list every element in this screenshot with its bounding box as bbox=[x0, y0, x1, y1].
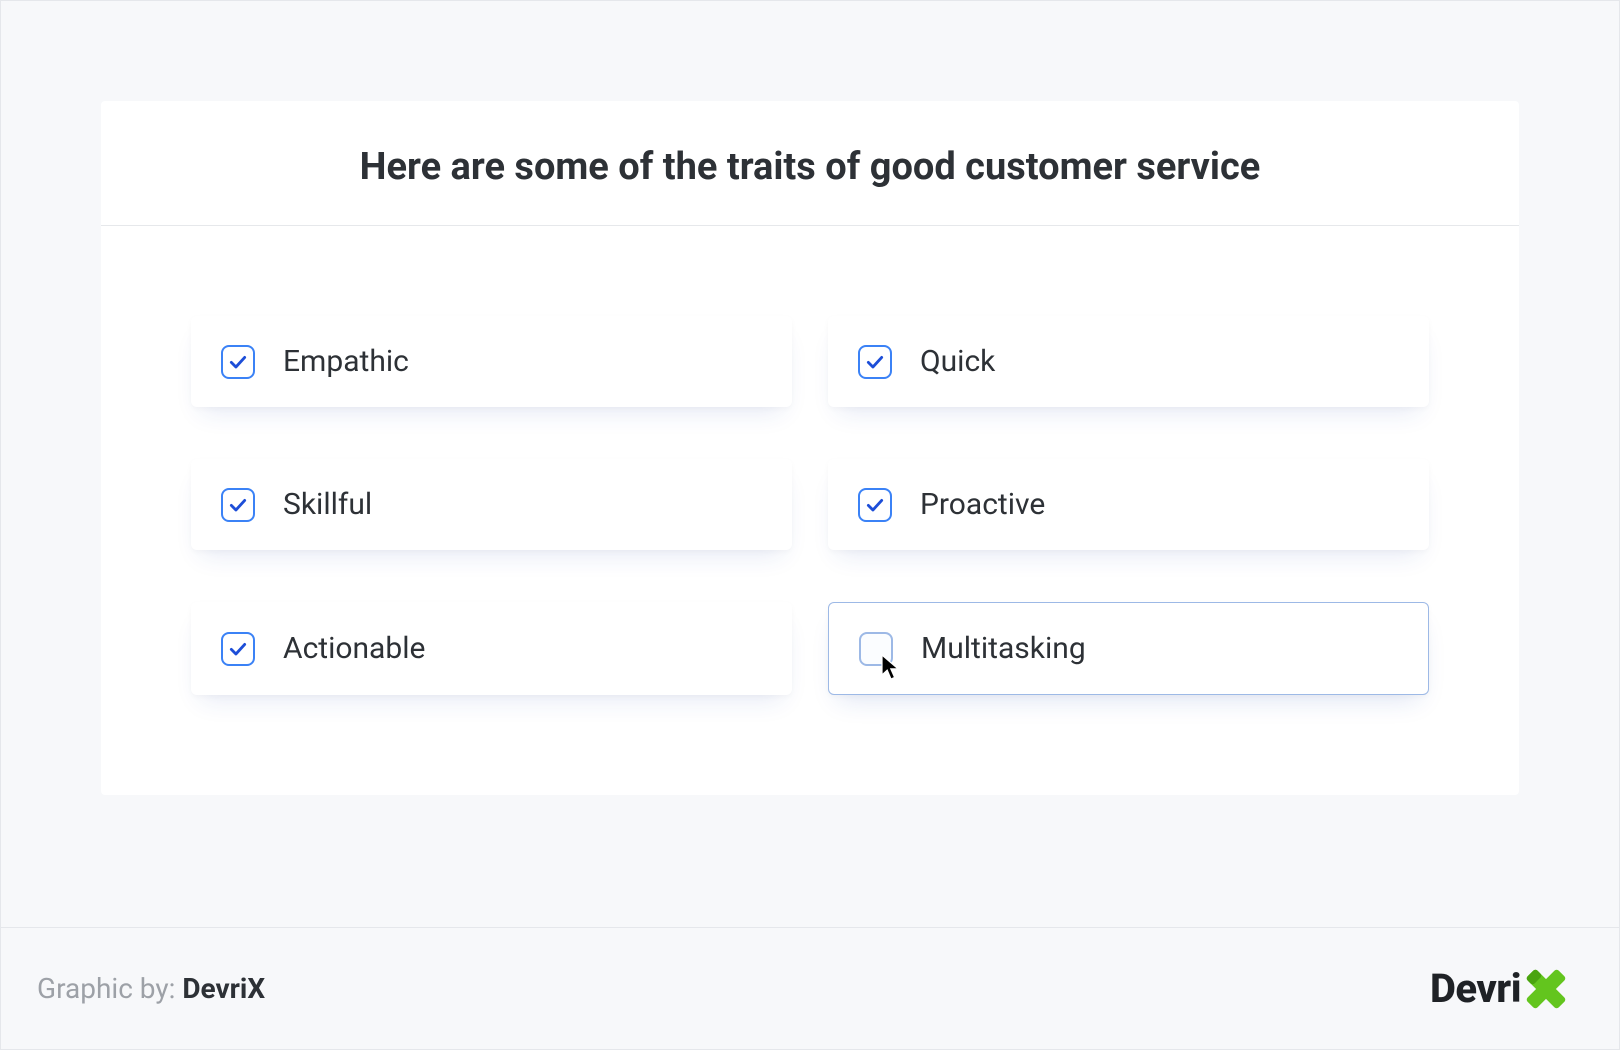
credit-line: Graphic by: DevriX bbox=[37, 972, 265, 1005]
trait-label: Actionable bbox=[283, 631, 425, 666]
logo-x-icon bbox=[1517, 960, 1575, 1022]
card-header: Here are some of the traits of good cust… bbox=[101, 101, 1519, 226]
traits-card: Here are some of the traits of good cust… bbox=[101, 101, 1519, 795]
trait-label: Proactive bbox=[920, 487, 1045, 522]
checkbox-checked-icon[interactable] bbox=[221, 632, 255, 666]
checkbox-checked-icon[interactable] bbox=[858, 345, 892, 379]
checkbox-checked-icon[interactable] bbox=[221, 345, 255, 379]
brand-logo: Devri bbox=[1430, 958, 1575, 1020]
traits-grid: Empathic Quick Skillful Proactive Actionable… bbox=[191, 316, 1429, 695]
trait-item[interactable]: Quick bbox=[828, 316, 1429, 407]
trait-item[interactable]: Multitasking bbox=[828, 602, 1429, 695]
logo-text: Devri bbox=[1430, 965, 1521, 1012]
trait-label: Multitasking bbox=[921, 631, 1086, 666]
trait-item[interactable]: Actionable bbox=[191, 602, 792, 695]
card-body: Empathic Quick Skillful Proactive Actionable… bbox=[101, 226, 1519, 795]
trait-item[interactable]: Empathic bbox=[191, 316, 792, 407]
footer: Graphic by: DevriX Devri bbox=[1, 927, 1619, 1049]
credit-brand: DevriX bbox=[182, 972, 265, 1005]
graphic-frame: Here are some of the traits of good cust… bbox=[0, 0, 1620, 1050]
trait-label: Skillful bbox=[283, 487, 372, 522]
credit-prefix: Graphic by: bbox=[37, 972, 182, 1005]
checkbox-checked-icon[interactable] bbox=[221, 488, 255, 522]
checkbox-unchecked-icon[interactable] bbox=[859, 632, 893, 666]
trait-item[interactable]: Skillful bbox=[191, 459, 792, 550]
trait-item[interactable]: Proactive bbox=[828, 459, 1429, 550]
trait-label: Quick bbox=[920, 344, 995, 379]
trait-label: Empathic bbox=[283, 344, 409, 379]
checkbox-checked-icon[interactable] bbox=[858, 488, 892, 522]
card-title: Here are some of the traits of good cust… bbox=[141, 145, 1479, 189]
main-area: Here are some of the traits of good cust… bbox=[1, 1, 1619, 927]
